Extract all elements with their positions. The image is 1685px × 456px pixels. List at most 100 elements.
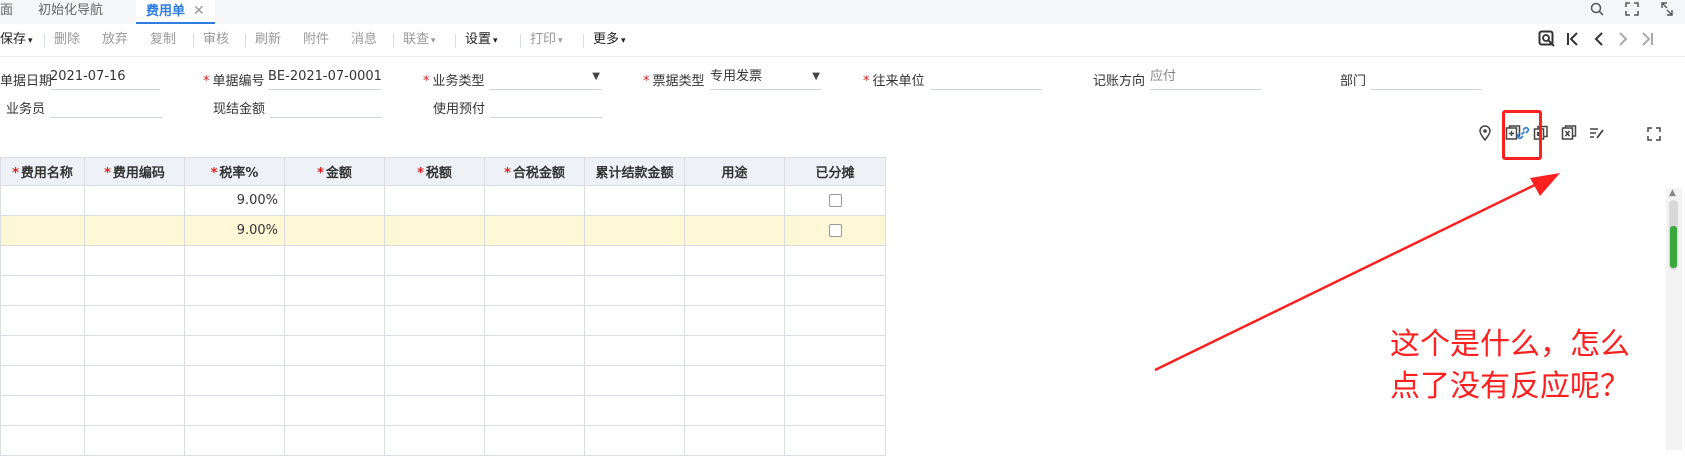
table-row[interactable] — [0, 425, 886, 456]
direction-field[interactable]: 应付 — [1150, 67, 1262, 90]
table-cell[interactable] — [84, 275, 185, 306]
table-row[interactable] — [0, 335, 886, 366]
more-button[interactable]: 更多 ▾ — [593, 24, 626, 56]
table-cell[interactable] — [584, 185, 685, 216]
table-cell[interactable] — [0, 185, 85, 216]
table-cell[interactable] — [484, 335, 585, 366]
table-cell[interactable] — [0, 305, 85, 336]
last-page-icon[interactable] — [1640, 30, 1654, 53]
table-cell[interactable] — [384, 245, 485, 276]
table-cell[interactable] — [384, 395, 485, 426]
table-cell[interactable] — [684, 215, 785, 246]
table-cell[interactable] — [284, 365, 385, 396]
audit-button[interactable]: 审核 — [203, 24, 229, 56]
table-cell[interactable] — [284, 395, 385, 426]
table-cell[interactable] — [484, 395, 585, 426]
column-header[interactable]: * 税额 — [384, 157, 485, 186]
attachment-button[interactable]: 附件 — [303, 24, 329, 56]
message-button[interactable]: 消息 — [351, 24, 377, 56]
table-cell[interactable] — [284, 305, 385, 336]
table-row[interactable]: 9.00% — [0, 185, 886, 216]
table-cell[interactable] — [0, 275, 85, 306]
table-row[interactable] — [0, 275, 886, 306]
table-cell[interactable] — [184, 305, 285, 336]
table-cell[interactable] — [184, 365, 285, 396]
table-cell[interactable] — [384, 275, 485, 306]
table-cell[interactable] — [0, 365, 85, 396]
partner-field[interactable] — [930, 67, 1042, 90]
fullscreen-icon[interactable] — [1643, 125, 1665, 147]
prepaid-field[interactable] — [490, 95, 602, 118]
delete-button[interactable]: 删除 — [54, 24, 80, 56]
table-cell[interactable] — [584, 215, 685, 246]
table-cell[interactable] — [184, 275, 285, 306]
doc-date-field[interactable]: 2021-07-16 — [50, 67, 160, 90]
edit-icon[interactable] — [1586, 125, 1608, 147]
print-button[interactable]: 打印 ▾ — [530, 24, 563, 56]
column-header[interactable]: * 费用编码 — [84, 157, 185, 186]
table-cell[interactable] — [84, 365, 185, 396]
table-cell[interactable] — [484, 305, 585, 336]
table-cell[interactable] — [84, 305, 185, 336]
table-cell[interactable] — [284, 185, 385, 216]
table-cell[interactable] — [0, 215, 85, 246]
table-cell[interactable] — [584, 245, 685, 276]
table-cell[interactable] — [84, 425, 185, 456]
tab-expense-bill[interactable]: 费用单 ✕ — [136, 0, 215, 24]
linked-query-button[interactable]: 联查 ▾ — [403, 24, 436, 56]
table-cell[interactable] — [284, 275, 385, 306]
next-page-icon[interactable] — [1616, 30, 1630, 53]
column-header[interactable]: * 费用名称 — [0, 157, 85, 186]
table-cell[interactable] — [584, 395, 685, 426]
search-doc-icon[interactable] — [1538, 30, 1556, 53]
table-cell[interactable] — [584, 275, 685, 306]
column-header[interactable]: 已分摊 — [784, 157, 886, 186]
table-cell[interactable] — [684, 245, 785, 276]
table-cell[interactable]: 9.00% — [184, 215, 285, 246]
table-cell[interactable]: 9.00% — [184, 185, 285, 216]
table-cell[interactable] — [0, 335, 85, 366]
allocated-checkbox[interactable] — [828, 194, 842, 207]
delete-row-icon[interactable] — [1558, 125, 1580, 147]
table-cell[interactable] — [84, 185, 185, 216]
save-button[interactable]: 保存 ▾ — [0, 24, 33, 56]
table-cell[interactable] — [784, 395, 886, 426]
table-cell[interactable] — [784, 335, 886, 366]
allocated-checkbox[interactable] — [828, 224, 842, 237]
tab-init-navigation[interactable]: 初始化导航 — [38, 0, 103, 24]
table-cell[interactable] — [184, 425, 285, 456]
invoice-type-select[interactable]: 专用发票 ▼ — [710, 67, 822, 90]
first-page-icon[interactable] — [1566, 30, 1580, 53]
table-cell[interactable] — [384, 425, 485, 456]
column-header[interactable]: * 金额 — [284, 157, 385, 186]
restore-icon[interactable] — [1658, 2, 1676, 20]
table-cell[interactable] — [284, 215, 385, 246]
table-row[interactable] — [0, 365, 886, 396]
table-cell[interactable] — [384, 305, 485, 336]
table-cell[interactable] — [684, 335, 785, 366]
clerk-field[interactable] — [50, 95, 162, 118]
table-cell[interactable] — [184, 245, 285, 276]
table-cell[interactable] — [584, 335, 685, 366]
copy-button[interactable]: 复制 — [150, 24, 176, 56]
table-cell[interactable] — [0, 395, 85, 426]
table-cell[interactable] — [384, 365, 485, 396]
table-cell[interactable] — [784, 425, 886, 456]
scroll-up-icon[interactable]: ▲ — [1669, 188, 1676, 198]
vertical-scrollbar[interactable]: ▲ — [1666, 188, 1682, 450]
table-cell[interactable] — [84, 215, 185, 246]
expand-icon[interactable] — [1623, 2, 1641, 20]
biz-type-select[interactable]: ▼ — [489, 67, 602, 90]
cash-amount-field[interactable] — [270, 95, 382, 118]
table-cell[interactable] — [84, 335, 185, 366]
dept-field[interactable] — [1370, 67, 1482, 90]
table-cell[interactable] — [784, 365, 886, 396]
table-cell[interactable] — [384, 215, 485, 246]
column-header[interactable]: 用途 — [684, 157, 785, 186]
table-cell[interactable] — [684, 275, 785, 306]
refresh-button[interactable]: 刷新 — [255, 24, 281, 56]
tab-home[interactable]: 面 — [0, 0, 13, 24]
table-cell[interactable] — [384, 335, 485, 366]
table-cell[interactable] — [84, 395, 185, 426]
table-row[interactable] — [0, 245, 886, 276]
